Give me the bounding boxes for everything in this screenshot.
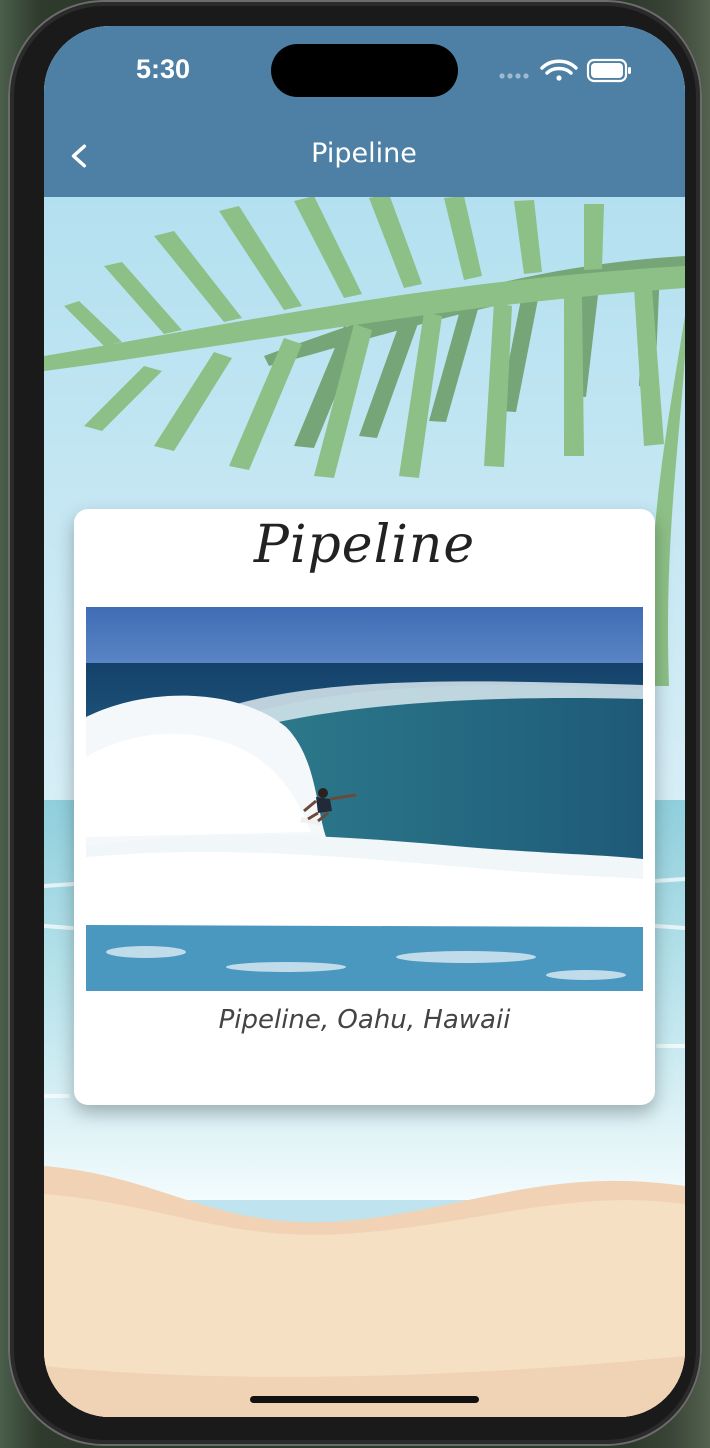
app-screen: 5:30 Pipeline Pipeline Pipeline, Oahu, H… [44,26,685,1417]
phone-frame: 5:30 Pipeline Pipeline Pipeline, Oahu, H… [8,0,702,1446]
surfer-wave-image [86,607,643,991]
wifi-icon [540,59,578,81]
status-time: 5:30 [136,54,191,84]
surf-photo [86,607,643,991]
card-title: Pipeline [253,515,476,575]
navigation-bar: 5:30 Pipeline [44,26,685,197]
chevron-left-icon [71,144,87,168]
signal-dots-icon [499,73,529,79]
home-indicator[interactable] [250,1396,479,1403]
status-icons [499,58,631,83]
back-button[interactable] [58,134,102,178]
card-caption: Pipeline, Oahu, Hawaii [218,1005,511,1035]
nav-title: Pipeline [311,138,417,169]
dynamic-island [271,44,458,97]
spot-card[interactable]: Pipeline Pipeline, Oahu, Hawaii [74,509,655,1105]
battery-icon [586,58,631,83]
